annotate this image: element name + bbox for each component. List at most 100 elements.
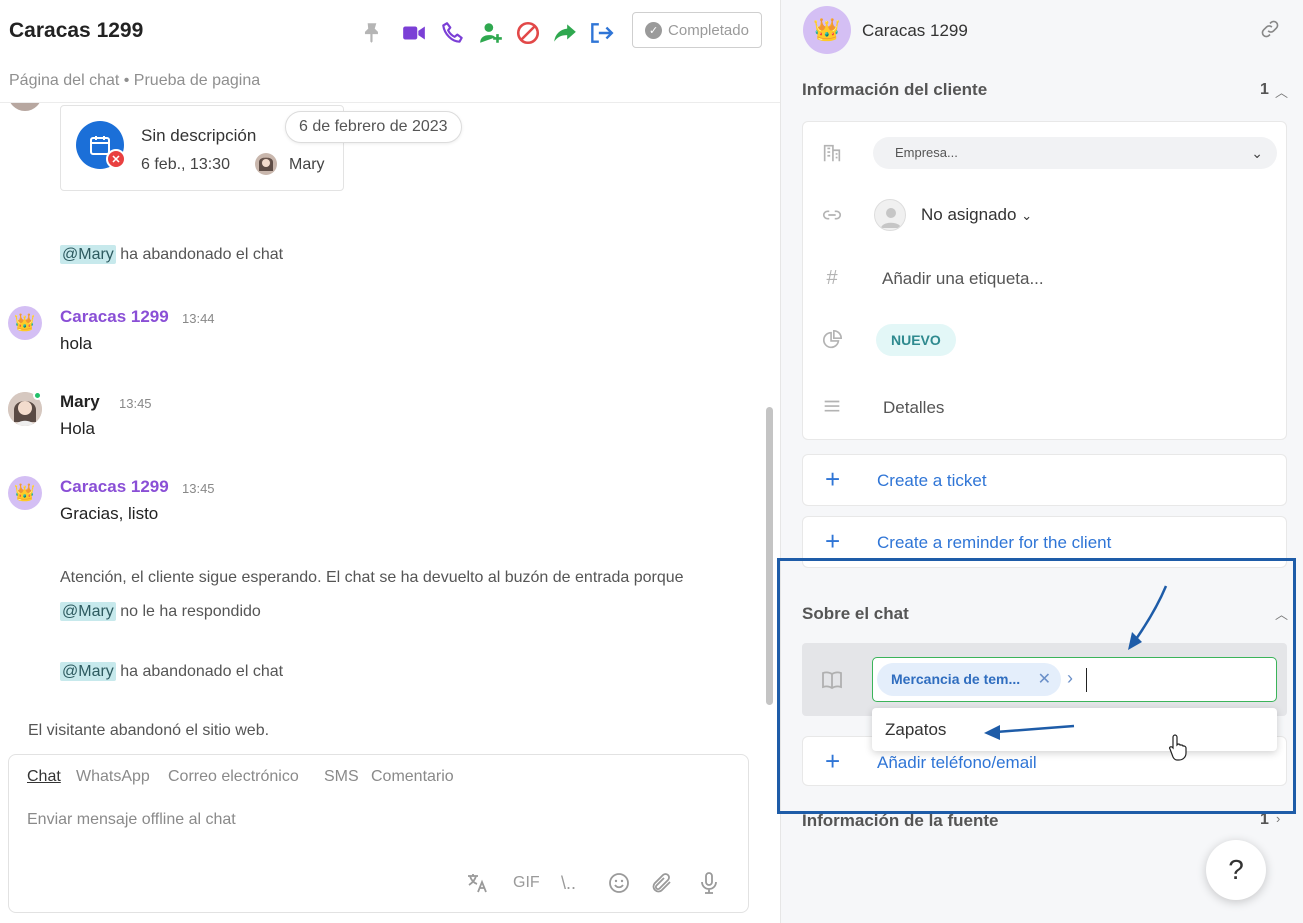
client-name: Caracas 1299	[862, 21, 968, 40]
tab-whatsapp[interactable]: WhatsApp	[76, 768, 150, 786]
tag-input[interactable]: Añadir una etiqueta...	[882, 269, 1044, 289]
tab-email[interactable]: Correo electrónico	[168, 768, 299, 786]
chevron-right-icon: ›	[1067, 668, 1073, 688]
plus-icon: +	[825, 464, 841, 494]
chat-pane: Caracas 1299 Página del chat • Prueba de…	[0, 0, 780, 923]
plus-icon: +	[825, 746, 841, 776]
chat-title: Caracas 1299	[9, 19, 144, 42]
topic-chip-label: Mercancia de tem...	[891, 671, 1021, 687]
crown-icon: 👑	[813, 17, 841, 42]
message-time: 13:44	[182, 311, 215, 326]
completed-button[interactable]: ✓ Completado	[632, 12, 762, 48]
message-text: hola	[60, 334, 93, 353]
chevron-up-icon[interactable]: ︿	[1275, 604, 1288, 623]
building-icon	[821, 142, 843, 164]
details-field[interactable]: Detalles	[883, 398, 944, 418]
phone-icon[interactable]	[440, 20, 466, 46]
source-info-title[interactable]: Información de la fuente	[802, 811, 998, 831]
client-sidebar: 👑 Caracas 1299 Información del cliente 1…	[780, 0, 1303, 923]
link-icon	[821, 204, 843, 226]
about-chat-title[interactable]: Sobre el chat	[802, 604, 909, 624]
message-time: 13:45	[182, 481, 215, 496]
mention[interactable]: @Mary	[60, 662, 116, 681]
system-text: ha abandonado el chat	[115, 246, 284, 263]
date-separator: 6 de febrero de 2023	[285, 111, 462, 143]
text-lines-icon	[821, 396, 843, 418]
add-contact-label: Añadir teléfono/email	[877, 753, 1037, 772]
tab-sms[interactable]: SMS	[324, 768, 359, 786]
client-info-card: Empresa... ⌄ No asignado ⌄ # Añadir una …	[802, 121, 1287, 440]
book-icon	[820, 668, 844, 692]
pin-icon[interactable]	[359, 20, 385, 46]
link-icon[interactable]	[1259, 18, 1281, 40]
attachment-icon[interactable]	[650, 870, 674, 896]
chat-topic-row: Mercancia de tem... ✕ ›	[802, 643, 1287, 716]
crown-icon: 👑	[14, 483, 36, 502]
gif-button[interactable]: GIF	[513, 870, 540, 896]
company-placeholder: Empresa...	[895, 145, 958, 160]
create-ticket-button[interactable]: + Create a ticket	[802, 454, 1287, 506]
message-author: Caracas 1299	[60, 477, 169, 496]
chevron-up-icon[interactable]: ︿	[1275, 82, 1288, 101]
chevron-right-icon[interactable]: ›	[1276, 811, 1280, 826]
plus-icon: +	[825, 526, 841, 556]
block-icon[interactable]	[515, 20, 541, 46]
client-info-count: 1	[1260, 81, 1269, 98]
message-text: Gracias, listo	[60, 504, 159, 523]
event-user: Mary	[289, 156, 325, 173]
message-author: Mary	[60, 392, 100, 411]
event-time: 6 feb., 13:30	[141, 156, 230, 173]
status-badge[interactable]: NUEVO	[876, 324, 956, 356]
message-author: Caracas 1299	[60, 307, 169, 326]
message-text: Hola	[60, 419, 95, 438]
emoji-icon[interactable]	[607, 870, 631, 896]
unassigned-avatar	[874, 199, 906, 231]
cancelled-icon: ✕	[106, 149, 126, 169]
create-reminder-label: Create a reminder for the client	[877, 533, 1112, 552]
pie-chart-icon	[821, 329, 843, 351]
system-message: @Mary ha abandonado el chat	[60, 662, 284, 681]
chat-header: Caracas 1299 Página del chat • Prueba de…	[0, 0, 780, 103]
leave-chat-icon[interactable]	[588, 20, 614, 46]
microphone-icon[interactable]	[697, 870, 721, 896]
company-select[interactable]: Empresa... ⌄	[873, 137, 1277, 169]
message-input[interactable]	[27, 807, 727, 833]
chevron-down-icon: ⌄	[1251, 145, 1263, 161]
topic-chip: Mercancia de tem... ✕	[877, 663, 1061, 696]
client-avatar: 👑	[803, 6, 851, 54]
chevron-down-icon: ⌄	[1021, 208, 1033, 223]
system-text: ha abandonado el chat	[115, 663, 284, 680]
tab-chat[interactable]: Chat	[27, 768, 61, 786]
create-ticket-label: Create a ticket	[877, 471, 987, 490]
assignee-label: No asignado	[921, 205, 1017, 224]
create-reminder-button[interactable]: + Create a reminder for the client	[802, 516, 1287, 568]
dropdown-option-zapatos[interactable]: Zapatos	[885, 720, 946, 740]
assignee-select[interactable]: No asignado ⌄	[921, 205, 1032, 225]
canned-responses-button[interactable]: \..	[561, 870, 576, 896]
check-icon: ✓	[645, 21, 663, 39]
chat-topic-input[interactable]: Mercancia de tem... ✕ ›	[872, 657, 1277, 702]
help-button[interactable]: ?	[1206, 840, 1266, 900]
forward-icon[interactable]	[552, 20, 578, 46]
message-list: ✕ Sin descripción 6 feb., 13:30 Mary 6 d…	[0, 103, 780, 753]
video-call-icon[interactable]	[401, 20, 427, 46]
system-message: @Mary ha abandonado el chat	[60, 245, 284, 264]
avatar: 👑	[8, 476, 42, 510]
mention[interactable]: @Mary	[60, 245, 116, 264]
client-info-title[interactable]: Información del cliente	[802, 80, 987, 100]
system-text: no le ha respondido	[115, 603, 261, 620]
text-caret	[1086, 668, 1087, 692]
tab-comment[interactable]: Comentario	[371, 768, 454, 786]
translate-icon[interactable]	[465, 870, 489, 896]
add-user-icon[interactable]	[478, 20, 504, 46]
system-message: El visitante abandonó el sitio web.	[28, 722, 270, 739]
crown-icon: 👑	[14, 313, 36, 332]
mention[interactable]: @Mary	[60, 602, 116, 621]
source-info-count: 1	[1260, 811, 1269, 828]
avatar	[8, 103, 42, 111]
system-message: @Mary no le ha respondido	[60, 602, 261, 621]
topic-dropdown: Zapatos	[872, 708, 1277, 751]
scrollbar[interactable]	[766, 407, 773, 705]
remove-chip-icon[interactable]: ✕	[1038, 663, 1051, 696]
composer: Chat WhatsApp Correo electrónico SMS Com…	[8, 754, 749, 913]
